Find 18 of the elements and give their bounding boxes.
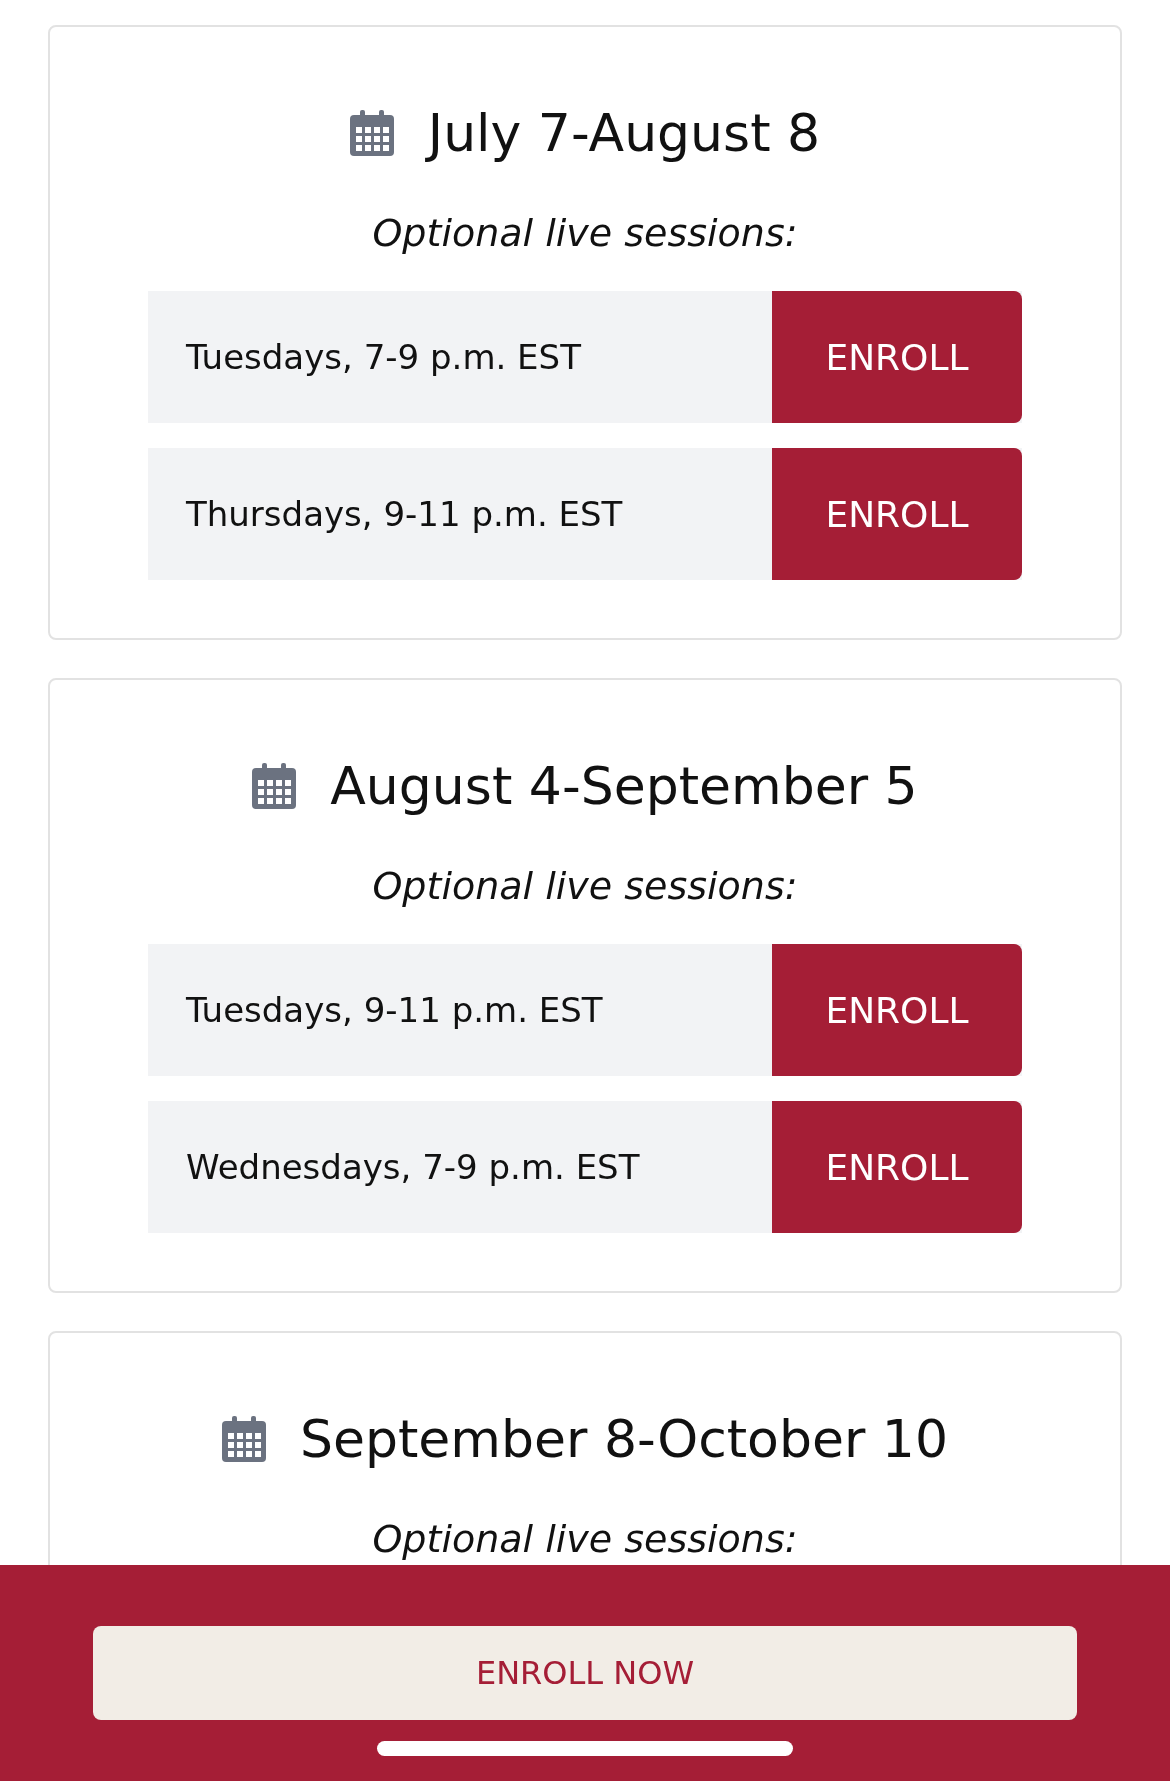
session-time: Tuesdays, 9-11 p.m. EST xyxy=(185,989,604,1032)
session-time: Wednesdays, 7-9 p.m. EST xyxy=(185,1146,641,1189)
calendar-icon xyxy=(252,763,297,809)
session-time: Thursdays, 9-11 p.m. EST xyxy=(185,493,624,536)
enroll-button[interactable]: ENROLL xyxy=(772,291,1022,423)
calendar-icon xyxy=(349,110,394,156)
enroll-button[interactable]: ENROLL xyxy=(772,1101,1022,1233)
date-range: August 4-September 5 xyxy=(330,755,918,818)
date-range: September 8-October 10 xyxy=(299,1408,948,1471)
enroll-button[interactable]: ENROLL xyxy=(772,448,1022,580)
enroll-now-button[interactable]: ENROLL NOW xyxy=(93,1626,1077,1720)
enroll-button[interactable]: ENROLL xyxy=(772,944,1022,1076)
sessions-subtitle: Optional live sessions: xyxy=(372,863,798,910)
sessions-subtitle: Optional live sessions: xyxy=(372,210,798,257)
date-range: July 7-August 8 xyxy=(427,102,821,165)
session-time: Tuesdays, 7-9 p.m. EST xyxy=(185,336,582,379)
sessions-subtitle: Optional live sessions: xyxy=(372,1516,798,1563)
calendar-icon xyxy=(221,1416,266,1462)
